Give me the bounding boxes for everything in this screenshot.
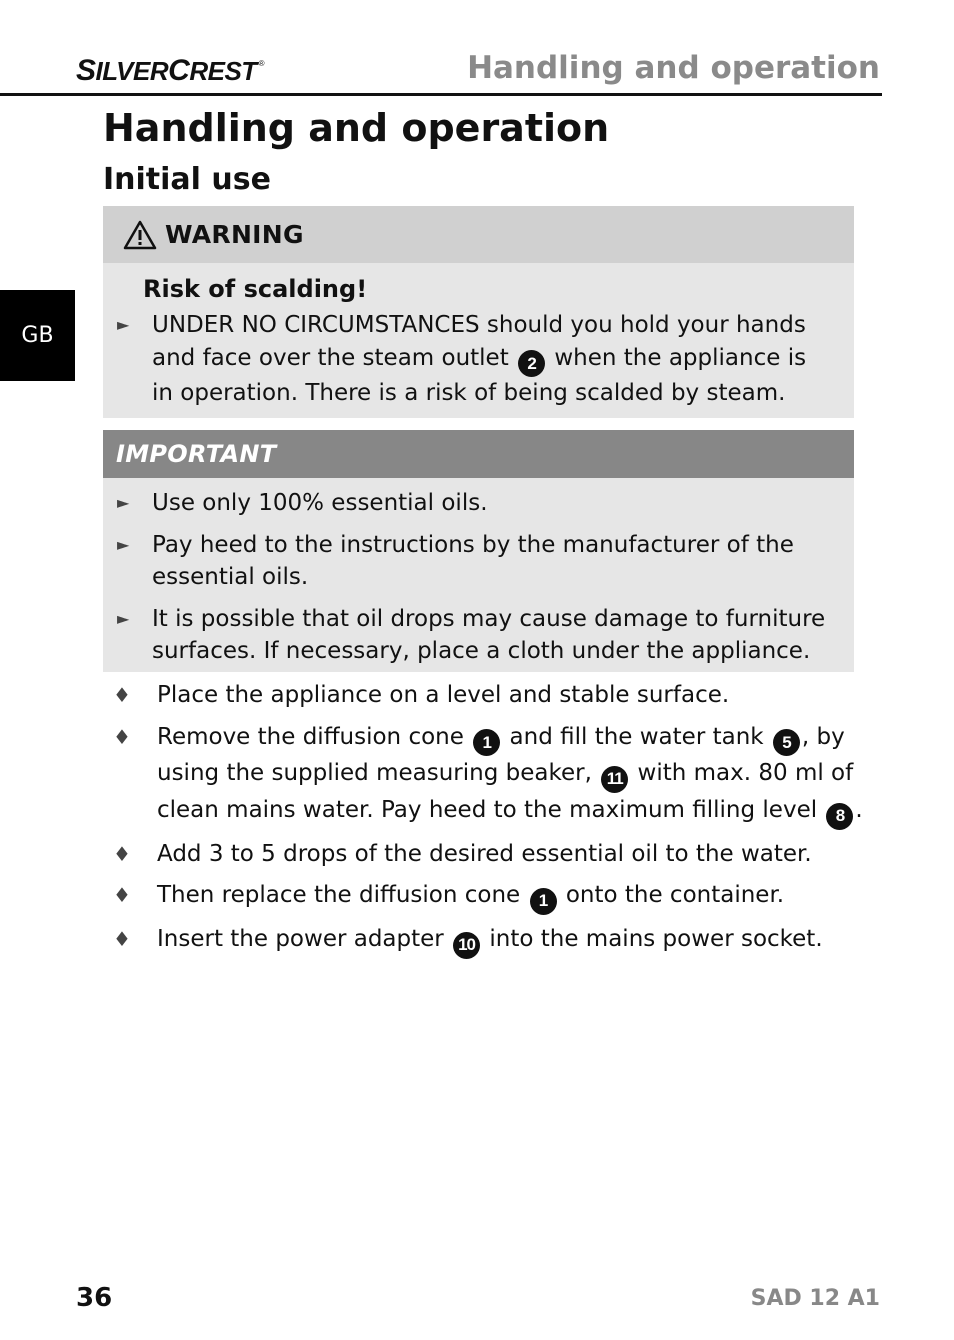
step-text: Remove the diffusion cone [157, 723, 472, 750]
important-item: ► Pay heed to the instructions by the ma… [103, 529, 854, 594]
diamond-bullet-icon: ♦ [113, 841, 131, 866]
important-box: IMPORTANT ► Use only 100% essential oils… [103, 430, 854, 672]
brand-text: ILVER [95, 56, 169, 86]
brand-letter: C [168, 54, 190, 87]
diamond-bullet-icon: ♦ [113, 724, 131, 749]
step-text: and fill the water tank [502, 723, 771, 750]
warning-triangle-icon [123, 220, 157, 249]
brand-text: REST [189, 56, 257, 86]
arrow-bullet-icon: ► [117, 315, 130, 334]
warning-subtitle: Risk of scalding! [143, 275, 368, 303]
warning-header: WARNING [103, 206, 854, 263]
important-text: Use only 100% essential oils. [152, 490, 488, 516]
warning-box: WARNING Risk of scalding! ► UNDER NO CIR… [103, 206, 854, 418]
diamond-bullet-icon: ♦ [113, 927, 131, 951]
part-number-badge: 1 [529, 888, 557, 915]
step-item: ♦ Place the appliance on a level and sta… [103, 678, 863, 713]
header-divider [0, 93, 882, 96]
step-text: . [855, 797, 863, 823]
arrow-bullet-icon: ► [117, 493, 130, 512]
important-item: ► Use only 100% essential oils. [103, 487, 854, 520]
step-item: ♦ Remove the diffusion cone 1 and fill t… [103, 720, 863, 830]
important-text: It is possible that oil drops may cause … [152, 605, 826, 665]
part-number-badge: 2 [518, 350, 546, 378]
section-title: Initial use [103, 162, 271, 197]
arrow-bullet-icon: ► [117, 534, 130, 554]
warning-list: ► UNDER NO CIRCUMSTANCES should you hold… [103, 309, 854, 410]
part-number-badge: 5 [772, 729, 800, 757]
step-text: Then replace the diffusion cone [157, 882, 528, 909]
step-text: Add 3 to 5 drops of the desired essentia… [157, 840, 812, 867]
step-item: ♦ Add 3 to 5 drops of the desired essent… [103, 837, 863, 872]
diamond-bullet-icon: ♦ [113, 883, 131, 908]
step-text: Place the appliance on a level and stabl… [157, 682, 730, 708]
arrow-bullet-icon: ► [117, 608, 130, 628]
step-text: into the mains power socket. [482, 926, 823, 952]
warning-label: WARNING [165, 220, 304, 249]
important-text: Pay heed to the instructions by the manu… [152, 531, 794, 591]
brand-letter: S [76, 54, 96, 87]
page-number: 36 [76, 1283, 113, 1313]
instruction-steps: ♦ Place the appliance on a level and sta… [103, 678, 863, 966]
part-number-badge: 10 [453, 931, 481, 959]
part-number-badge: 8 [826, 802, 854, 830]
registered-mark: ® [258, 59, 265, 68]
diamond-bullet-icon: ♦ [113, 683, 131, 707]
language-code: GB [21, 323, 54, 348]
part-number-badge: 1 [473, 729, 501, 757]
page-title: Handling and operation [103, 106, 610, 150]
important-label: IMPORTANT [116, 440, 277, 468]
important-header: IMPORTANT [103, 430, 854, 478]
model-number: SAD 12 A1 [750, 1286, 880, 1311]
important-item: ► It is possible that oil drops may caus… [103, 603, 854, 668]
important-list: ► Use only 100% essential oils. ► Pay he… [103, 487, 854, 668]
step-text: onto the container. [558, 882, 785, 909]
part-number-badge: 11 [601, 766, 629, 793]
step-item: ♦ Then replace the diffusion cone 1 onto… [103, 878, 863, 915]
step-item: ♦ Insert the power adapter 10 into the m… [103, 922, 863, 959]
running-header: Handling and operation [467, 50, 880, 86]
warning-item: ► UNDER NO CIRCUMSTANCES should you hold… [103, 309, 854, 410]
brand-logo: SILVERCREST ® [76, 54, 265, 88]
language-tab: GB [0, 290, 75, 381]
step-text: Insert the power adapter [157, 926, 452, 952]
